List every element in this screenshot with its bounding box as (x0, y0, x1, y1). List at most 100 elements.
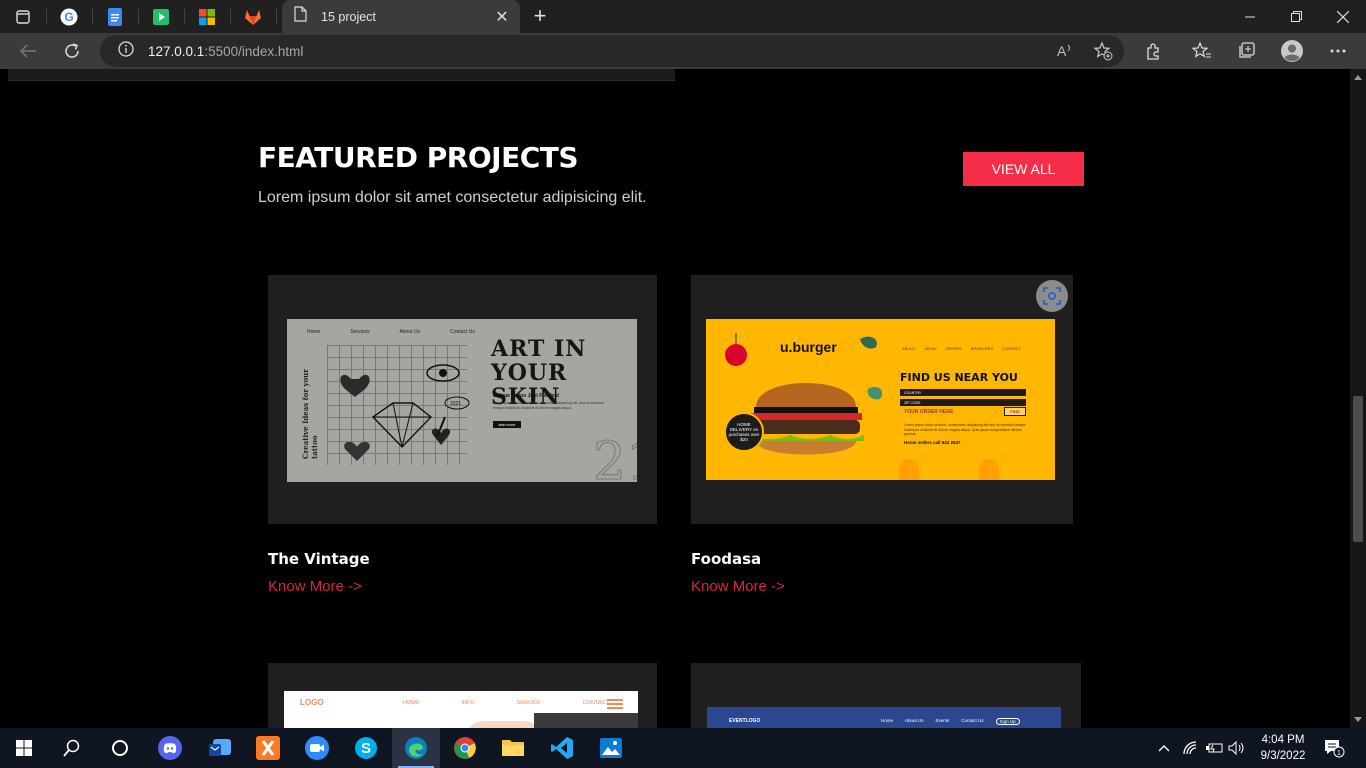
preview-logo: LOGO (300, 698, 324, 707)
burger-nav-item: OFFERS (945, 346, 962, 351)
back-button[interactable] (13, 36, 43, 66)
google-tab-icon[interactable]: G (46, 0, 92, 33)
vintage-badge: 2021 (450, 401, 461, 407)
file-explorer-icon[interactable] (489, 728, 537, 768)
know-more-link[interactable]: Know More -> (268, 578, 362, 595)
refresh-button[interactable] (57, 36, 87, 66)
decorative-shape (464, 721, 544, 728)
decorative-shape (979, 459, 999, 480)
extensions-icon[interactable] (1140, 38, 1166, 64)
collections-icon[interactable] (1233, 38, 1259, 64)
preview-photo (534, 713, 638, 728)
burger-nav-item: MENU (924, 346, 937, 351)
restore-button[interactable] (1273, 0, 1319, 33)
battery-icon[interactable] (1203, 728, 1225, 768)
chrome-icon[interactable] (441, 728, 489, 768)
scroll-thumb[interactable] (1353, 396, 1363, 542)
project-image-4[interactable]: EVENTLOGO Home About Us Events Contact U… (691, 663, 1081, 728)
preview-nav: HOME INFO SERVICE CONTACT (403, 700, 609, 706)
favorites-icon[interactable] (1189, 38, 1215, 64)
taskbar-clock[interactable]: 4:04 PM 9/3/2022 (1252, 732, 1314, 764)
address-bar[interactable]: 127.0.0.1 :5500/index.html A (100, 35, 1124, 67)
vintage-description: Lorem ipsum dolor sit amet, consectetur … (493, 401, 604, 410)
zip-field: ZIP CODE (900, 399, 1026, 406)
event-nav: Home About Us Events Contact Us Sign Up (881, 718, 1020, 725)
zoom-icon[interactable] (293, 728, 341, 768)
order-label: YOUR ORDER HERE (904, 409, 954, 415)
notification-count: 1 (1337, 750, 1341, 757)
page-scrollbar[interactable] (1350, 69, 1366, 728)
burger-call: Home orders call 543 2847 (904, 440, 961, 445)
event-logo: EVENTLOGO (729, 718, 761, 724)
visual-search-icon[interactable] (1036, 280, 1068, 312)
volume-icon[interactable] (1226, 728, 1248, 768)
gitlab-tab-icon[interactable] (230, 0, 276, 33)
project-image-foodasa[interactable]: u.burger ABOUT MENU OFFERS BRANCHES CONT… (691, 275, 1073, 524)
burger-nav-item: CONTACT (1002, 346, 1022, 351)
section-title: FEATURED PROJECTS (258, 141, 579, 174)
vintage-preview: Home Services About Us Contact Us Creati… (287, 319, 637, 482)
vintage-nav-item: Home (307, 329, 321, 335)
vintage-tagline: Unique Tattoo Just For You! (493, 393, 560, 399)
play-tab-icon[interactable] (138, 0, 184, 33)
url-path: :5500/index.html (204, 43, 304, 59)
more-menu-icon[interactable] (1325, 38, 1351, 64)
scroll-down-arrow[interactable] (1354, 717, 1362, 722)
burger-nav-item: BRANCHES (970, 346, 994, 351)
close-tab-icon[interactable]: ✕ (494, 9, 510, 26)
docs-tab-icon[interactable] (92, 0, 138, 33)
vintage-vertical-text: Creative Ideas for your tattoo (301, 369, 319, 459)
windows-taskbar: S 4:04 PM 9/3/2022 1 (0, 728, 1366, 768)
read-aloud-icon[interactable]: A (1057, 42, 1075, 63)
vintage-nav-item: About Us (399, 329, 421, 335)
vintage-learn-button: learn more (493, 421, 521, 428)
clock-time: 4:04 PM (1261, 734, 1305, 746)
active-tab[interactable]: 15 project ✕ (282, 0, 520, 33)
decorative-shape (899, 459, 919, 480)
new-tab-button[interactable]: + (528, 3, 552, 28)
preview-nav-item: INFO (461, 700, 475, 706)
edge-icon[interactable] (392, 728, 440, 768)
event-nav-item: Home (881, 718, 894, 723)
tab-title: 15 project (321, 9, 376, 24)
close-window-button[interactable] (1320, 0, 1366, 33)
add-favorite-icon[interactable] (1093, 41, 1113, 66)
svg-text:S: S (361, 740, 371, 757)
vintage-nav-item: Services (350, 329, 370, 335)
xampp-icon[interactable] (244, 728, 292, 768)
page-viewport: FEATURED PROJECTS Lorem ipsum dolor sit … (0, 69, 1350, 728)
clock-date: 9/3/2022 (1260, 750, 1306, 762)
network-icon[interactable] (1180, 728, 1202, 768)
project-image-vintage[interactable]: Home Services About Us Contact Us Creati… (268, 275, 657, 524)
start-button[interactable] (0, 728, 48, 768)
tattoo-illustration: 2021 (340, 364, 470, 461)
know-more-link[interactable]: Know More -> (691, 578, 785, 595)
photos-icon[interactable] (587, 728, 635, 768)
view-all-button[interactable]: VIEW ALL (963, 152, 1084, 186)
preview-nav-item: CONTACT (582, 700, 609, 706)
burger-nav: ABOUT MENU OFFERS BRANCHES CONTACT (902, 346, 1021, 351)
info-icon[interactable] (118, 40, 134, 62)
tab-actions-icon[interactable] (0, 0, 46, 33)
section-subtitle: Lorem ipsum dolor sit amet consectetur a… (258, 189, 647, 206)
logo-site-preview: LOGO HOME INFO SERVICE CONTACT (284, 691, 638, 728)
notifications-icon[interactable]: 1 (1320, 728, 1348, 768)
skype-icon[interactable]: S (342, 728, 390, 768)
cortana-icon[interactable] (96, 728, 144, 768)
scroll-up-arrow[interactable] (1354, 75, 1362, 80)
decorative-number: 21 (593, 432, 637, 483)
show-hidden-icons[interactable] (1152, 728, 1176, 768)
discord-icon[interactable] (146, 728, 194, 768)
project-title: The Vintage (268, 550, 370, 568)
tab-strip: G (0, 0, 1366, 33)
project-image-3[interactable]: LOGO HOME INFO SERVICE CONTACT (268, 663, 657, 728)
microsoft-tab-icon[interactable] (184, 0, 230, 33)
mail-app-icon[interactable] (196, 728, 244, 768)
search-icon[interactable] (48, 728, 96, 768)
svg-text:G: G (64, 10, 73, 24)
minimize-button[interactable] (1227, 0, 1273, 33)
profile-avatar[interactable] (1279, 38, 1305, 64)
burger-nav-item: ABOUT (902, 346, 916, 351)
vscode-icon[interactable] (538, 728, 586, 768)
event-signup: Sign Up (995, 718, 1020, 725)
